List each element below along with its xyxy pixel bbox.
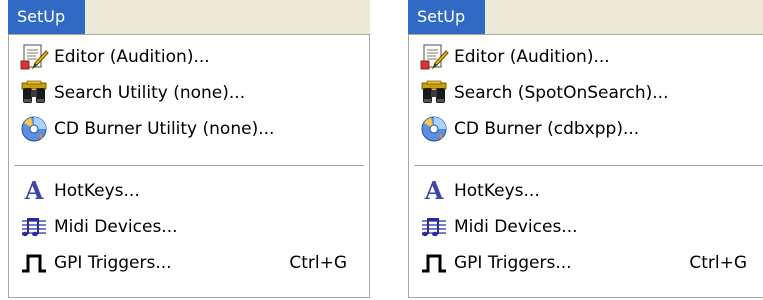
menu-item-hotkeys[interactable]: A HotKeys... [409,173,763,209]
cd-icon [419,114,449,144]
menu-item-shortcut: Ctrl+G [689,253,747,273]
menu-item-editor[interactable]: Editor (Audition)... [9,39,369,75]
menu-item-label: GPI Triggers... [454,253,572,273]
cd-icon [19,114,49,144]
menu-item-label: Editor (Audition)... [54,47,210,67]
menu-item-midi-devices[interactable]: Midi Devices... [409,209,763,245]
editor-icon [419,42,449,72]
hotkeys-icon: A [19,176,49,206]
menu-item-label: Search Utility (none)... [54,83,246,103]
hotkeys-glyph: A [24,176,44,205]
menu-separator [414,165,763,167]
menu-item-label: HotKeys... [54,181,140,201]
menubar: SetUp [8,0,370,34]
hotkeys-icon: A [419,176,449,206]
setup-menu-right: SetUp Editor (Audition)... Search (SpotO… [408,0,763,300]
menu-item-label: CD Burner (cdbxpp)... [454,119,640,139]
menu-item-cd-burner[interactable]: CD Burner (cdbxpp)... [409,111,763,147]
midi-icon [19,212,49,242]
setup-menu-title[interactable]: SetUp [408,0,485,34]
menu-item-label: Midi Devices... [54,217,178,237]
menu-item-label: Editor (Audition)... [454,47,610,67]
binoculars-icon [419,78,449,108]
menu-item-gpi-triggers[interactable]: GPI Triggers... Ctrl+G [409,245,763,281]
menu-item-label: Midi Devices... [454,217,578,237]
menu-item-shortcut: Ctrl+G [289,253,347,273]
menu-item-search[interactable]: Search (SpotOnSearch)... [409,75,763,111]
gpi-pulse-icon [19,248,49,278]
menu-item-cd-burner[interactable]: CD Burner Utility (none)... [9,111,369,147]
setup-dropdown: Editor (Audition)... Search Utility (non… [8,34,370,298]
gpi-pulse-icon [419,248,449,278]
editor-icon [19,42,49,72]
setup-menu-left: SetUp Editor (Audition)... Search Utilit… [8,0,370,300]
menu-item-midi-devices[interactable]: Midi Devices... [9,209,369,245]
menu-separator [14,165,364,167]
menubar: SetUp [408,0,763,34]
midi-icon [419,212,449,242]
hotkeys-glyph: A [424,176,444,205]
menu-item-gpi-triggers[interactable]: GPI Triggers... Ctrl+G [9,245,369,281]
menu-item-editor[interactable]: Editor (Audition)... [409,39,763,75]
setup-menu-title[interactable]: SetUp [8,0,85,34]
menu-item-label: Search (SpotOnSearch)... [454,83,669,103]
setup-dropdown: Editor (Audition)... Search (SpotOnSearc… [408,34,763,298]
menu-item-label: HotKeys... [454,181,540,201]
menu-item-label: GPI Triggers... [54,253,172,273]
binoculars-icon [19,78,49,108]
menu-item-label: CD Burner Utility (none)... [54,119,275,139]
menu-item-search-utility[interactable]: Search Utility (none)... [9,75,369,111]
menu-item-hotkeys[interactable]: A HotKeys... [9,173,369,209]
